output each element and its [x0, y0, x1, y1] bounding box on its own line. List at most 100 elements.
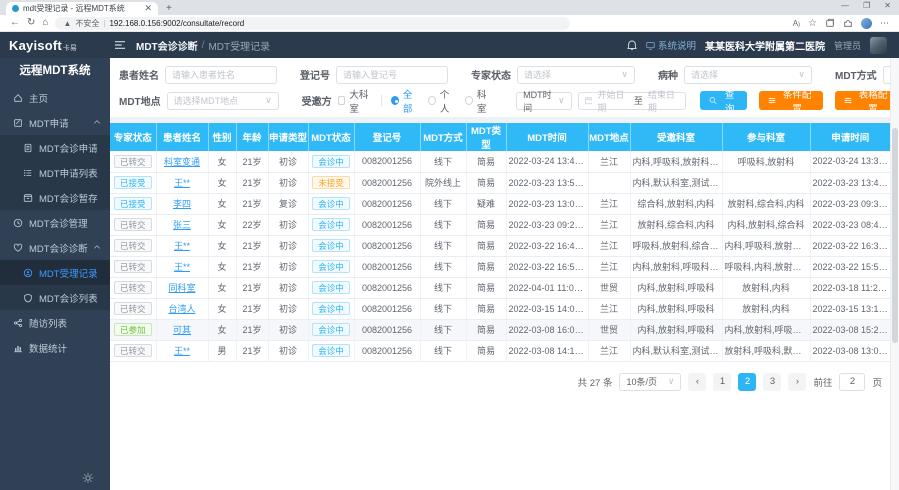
window-close-icon[interactable]: ✕ [884, 1, 891, 10]
column-header: 登记号 [354, 123, 420, 151]
cell-age: 22岁 [236, 214, 268, 235]
patient-name-link[interactable]: 王** [174, 241, 190, 251]
patient-name-link[interactable]: 台湾人 [168, 304, 195, 314]
mdt-place-select[interactable]: 请选择MDT地点∨ [167, 92, 279, 110]
patient-name-link[interactable]: 李四 [173, 199, 191, 209]
column-header: MDT方式 [420, 123, 466, 151]
extensions-icon[interactable] [843, 18, 853, 28]
cell-expert-status: 已参加 [110, 319, 156, 340]
cell-mdt-mode: 院外线上 [420, 172, 466, 193]
browser-tab[interactable]: mdt受理记录 - 远程MDT系统 ✕ [6, 2, 158, 15]
patient-name-link[interactable]: 王** [174, 178, 190, 188]
cell-apply-time: 2022-03-23 09:35:39 [810, 193, 890, 214]
sidebar-item-mdt-consult-list[interactable]: MDT会诊列表 [0, 285, 110, 310]
user-avatar[interactable] [870, 37, 887, 54]
more-menu-icon[interactable]: ⋯ [880, 18, 889, 29]
home-icon[interactable]: ⌂ [42, 18, 48, 28]
tab-close-icon[interactable]: ✕ [144, 4, 152, 13]
refresh-icon[interactable]: ↻ [27, 18, 35, 28]
cell-mdt-status: 会诊中 [308, 298, 354, 319]
patient-name-link[interactable]: 王** [174, 346, 190, 356]
sidebar-item-mdt-accept-record[interactable]: MDT受理记录 [0, 260, 110, 285]
date-range-picker[interactable]: 开始日期 至 结束日期 [578, 92, 687, 110]
search-button[interactable]: 查询 [700, 91, 747, 110]
cell-invited: 内科,默认科室,测试科室 [630, 340, 722, 361]
window-maximize-icon[interactable]: ❐ [863, 1, 870, 10]
cell-mdt-mode: 线下 [420, 340, 466, 361]
sidebar-item-mdt-consult-diagnose[interactable]: MDT会诊诊断 [0, 235, 110, 260]
patient-name-link[interactable]: 可其 [173, 325, 191, 335]
cell-mdt-mode: 线下 [420, 235, 466, 256]
big-dept-checkbox-label[interactable]: 大科室 [349, 87, 372, 115]
favorites-star-icon[interactable]: ☆ [808, 18, 817, 29]
menu-collapse-icon[interactable] [114, 40, 126, 50]
cell-mdt-place: 世贸 [588, 277, 630, 298]
column-header: MDT状态 [308, 123, 354, 151]
mdt-time-select[interactable]: MDT时间∨ [516, 92, 571, 110]
security-warning-icon[interactable]: ▲ [63, 19, 71, 28]
patient-name-link[interactable]: 科室变通 [164, 157, 200, 167]
browser-profile-avatar[interactable] [861, 18, 872, 29]
patient-name-link[interactable]: 同科室 [168, 283, 195, 293]
sidebar-item-follow-up-list[interactable]: 随访列表 [0, 310, 110, 335]
scrollbar[interactable] [890, 58, 899, 490]
cell-mdt-type: 简易 [466, 214, 506, 235]
date-end-placeholder: 结束日期 [648, 88, 679, 114]
sidebar-item-mdt-apply[interactable]: MDT申请 [0, 110, 110, 135]
system-help-link[interactable]: 系统说明 [646, 38, 696, 52]
sidebar-item-mdt-consult-manage[interactable]: MDT会诊管理 [0, 210, 110, 235]
radio-dept[interactable] [465, 96, 473, 105]
disease-select[interactable]: 请选择∨ [684, 66, 812, 84]
prev-page-button[interactable]: ‹ [688, 373, 706, 391]
radio-personal[interactable] [428, 96, 436, 105]
page-size-select[interactable]: 10条/页∨ [619, 373, 681, 391]
cell-reg-no: 0082001256 [354, 151, 420, 172]
goto-page-input[interactable] [839, 373, 865, 391]
window-minimize-icon[interactable]: — [841, 1, 849, 10]
sidebar-item-mdt-consult-apply[interactable]: MDT会诊申请 [0, 135, 110, 160]
column-header: 受邀科室 [630, 123, 722, 151]
browser-window: mdt受理记录 - 远程MDT系统 ✕ + — ❐ ✕ ← ↻ ⌂ ▲ 不安全 … [0, 0, 899, 490]
page-button-3[interactable]: 3 [763, 373, 781, 391]
url-field[interactable]: ▲ 不安全 | 192.168.0.156:9002/consultate/re… [55, 17, 570, 30]
notification-bell-icon[interactable] [627, 40, 637, 51]
condition-config-button[interactable]: 条件配置 [759, 91, 823, 110]
cell-mdt-type: 简易 [466, 277, 506, 298]
cell-mdt-mode: 线下 [420, 277, 466, 298]
patient-name-link[interactable]: 王** [174, 262, 190, 272]
page-button-1[interactable]: 1 [713, 373, 731, 391]
cell-gender: 女 [208, 256, 236, 277]
cell-mdt-time: 2022-03-08 14:10:00 [506, 340, 588, 361]
patient-name-input[interactable] [165, 66, 277, 84]
expert-status-select[interactable]: 请选择∨ [517, 66, 635, 84]
cell-expert-status: 已转交 [110, 151, 156, 172]
breadcrumb-parent[interactable]: MDT会诊诊断 [136, 38, 198, 53]
edit-icon [13, 118, 23, 128]
next-page-button[interactable]: › [788, 373, 806, 391]
page-button-2[interactable]: 2 [738, 373, 756, 391]
sidebar-item-mdt-consult-draft[interactable]: MDT会诊暂存 [0, 185, 110, 210]
radio-all[interactable] [391, 96, 399, 105]
chevron-down-icon: ∨ [558, 95, 565, 106]
new-tab-button[interactable]: + [166, 2, 172, 15]
cell-reg-no: 0082001256 [354, 193, 420, 214]
big-dept-checkbox[interactable] [338, 96, 346, 105]
cell-mdt-place: 兰江 [588, 235, 630, 256]
sidebar-item-mdt-apply-list[interactable]: MDT申请列表 [0, 160, 110, 185]
patient-name-link[interactable]: 张三 [173, 220, 191, 230]
scrollbar-thumb[interactable] [892, 128, 898, 343]
collections-icon[interactable] [825, 18, 835, 28]
cell-apply-time: 2022-03-22 16:31:36 [810, 235, 890, 256]
settings-gear-icon[interactable] [82, 472, 94, 484]
reg-no-input[interactable] [336, 66, 448, 84]
sidebar-item-home[interactable]: 主页 [0, 85, 110, 110]
page-suffix: 页 [872, 375, 882, 389]
cell-mdt-type: 简易 [466, 256, 506, 277]
column-header: MDT时间 [506, 123, 588, 151]
cell-mdt-type: 简易 [466, 340, 506, 361]
cell-apply-type: 初诊 [268, 172, 308, 193]
sidebar-item-data-statistics[interactable]: 数据统计 [0, 335, 110, 360]
browser-tab-strip: mdt受理记录 - 远程MDT系统 ✕ + — ❐ ✕ [0, 0, 899, 15]
read-aloud-icon[interactable]: A) [793, 19, 800, 28]
back-icon[interactable]: ← [10, 18, 20, 28]
